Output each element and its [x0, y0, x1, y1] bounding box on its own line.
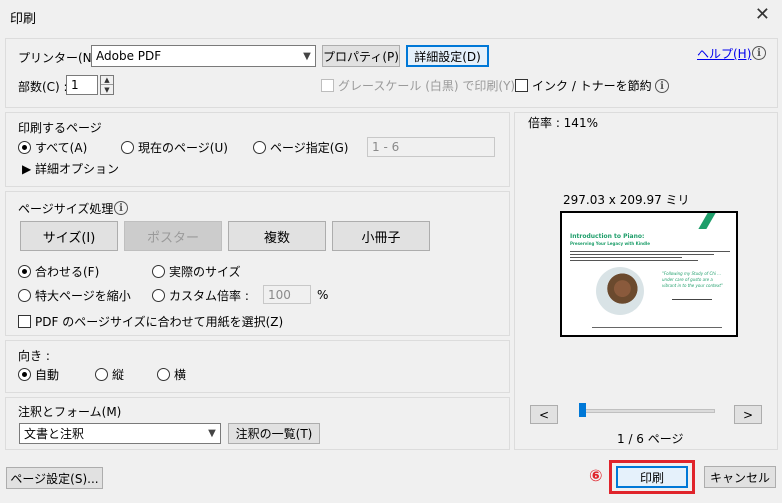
preview-photo [596, 267, 644, 315]
radio-dot[interactable] [18, 368, 31, 381]
preview-quote: "Following my Study of Chi ... under car… [662, 271, 723, 288]
page-dimensions: 297.03 x 209.97 ミリ [563, 193, 690, 207]
custom-scale-label: カスタム倍率 : [169, 289, 249, 303]
pages-all-label: すべて(A) [35, 141, 88, 155]
save-ink-checkbox-box[interactable] [515, 79, 528, 92]
cancel-button[interactable]: キャンセル [704, 466, 776, 488]
preview-page: Introduction to Piano: Preserving Your L… [560, 211, 738, 337]
preview-quote-author [672, 299, 712, 300]
orientation-auto-radio[interactable]: 自動 [18, 366, 59, 383]
prev-page-button[interactable]: < [530, 405, 558, 424]
orientation-landscape-label: 横 [174, 368, 187, 382]
radio-dot[interactable] [152, 265, 165, 278]
printer-select-value: Adobe PDF [96, 49, 162, 63]
comments-summary-button[interactable]: 注釈の一覧(T) [228, 423, 320, 444]
size-button[interactable]: サイズ(I) [20, 221, 118, 251]
orientation-landscape-radio[interactable]: 横 [157, 366, 186, 383]
fit-label: 合わせる(F) [35, 265, 100, 279]
actual-size-label: 実際のサイズ [169, 265, 241, 279]
radio-dot[interactable] [253, 141, 266, 154]
radio-dot[interactable] [95, 368, 108, 381]
step-marker: ⑥ [589, 466, 603, 485]
radio-dot[interactable] [121, 141, 134, 154]
page-setup-button[interactable]: ページ設定(S)... [6, 467, 103, 489]
pages-section-title: 印刷するページ [18, 121, 102, 135]
shrink-radio[interactable]: 特大ページを縮小 [18, 287, 131, 304]
custom-scale-unit: % [317, 288, 329, 302]
chevron-down-icon: ▼ [208, 428, 216, 439]
copies-input[interactable]: 1 [66, 75, 98, 95]
advanced-settings-button[interactable]: 詳細設定(D) [406, 45, 489, 67]
page-range-input[interactable]: 1 - 6 [367, 137, 495, 157]
poster-button[interactable]: ポスター [124, 221, 222, 251]
orientation-panel [5, 340, 510, 393]
close-icon[interactable]: ✕ [755, 4, 770, 25]
stepper-down-icon[interactable]: ▼ [101, 85, 113, 94]
page-size-section-title: ページサイズ処理 [18, 202, 114, 216]
pages-current-label: 現在のページ(U) [138, 141, 228, 155]
expand-triangle-icon: ▶ [22, 162, 36, 176]
grayscale-checkbox[interactable]: グレースケール (白黒) で印刷(Y) [321, 77, 515, 94]
orientation-portrait-label: 縦 [112, 368, 125, 382]
printer-select[interactable]: Adobe PDF ▼ [91, 45, 316, 67]
preview-corner-accent [698, 213, 716, 229]
help-info-icon[interactable]: i [752, 46, 766, 60]
more-options-label: 詳細オプション [35, 162, 120, 176]
custom-scale-radio[interactable]: カスタム倍率 : [152, 287, 249, 304]
comments-select[interactable]: 文書と注釈 ▼ [19, 423, 221, 444]
fit-radio[interactable]: 合わせる(F) [18, 263, 99, 280]
page-slider-track[interactable] [580, 409, 715, 413]
pages-current-radio[interactable]: 現在のページ(U) [121, 139, 228, 156]
actual-size-radio[interactable]: 実際のサイズ [152, 263, 241, 280]
preview-heading: Introduction to Piano: [570, 233, 645, 240]
custom-scale-input[interactable]: 100 [263, 285, 311, 304]
help-link[interactable]: ヘルプ(H) [697, 45, 751, 62]
dialog-title: 印刷 [10, 12, 37, 27]
pages-specify-radio[interactable]: ページ指定(G) [253, 139, 348, 156]
properties-button[interactable]: プロパティ(P) [322, 45, 400, 67]
chevron-down-icon: ▼ [303, 50, 311, 62]
preview-subheading: Preserving Your Legacy with Kindle [570, 241, 650, 246]
comments-section-title: 注釈とフォーム(M) [18, 405, 122, 419]
save-ink-checkbox[interactable]: インク / トナーを節約 [515, 77, 652, 94]
pages-all-radio[interactable]: すべて(A) [18, 139, 87, 156]
radio-dot[interactable] [18, 289, 31, 302]
orientation-portrait-radio[interactable]: 縦 [95, 366, 124, 383]
radio-dot[interactable] [157, 368, 170, 381]
orientation-section-title: 向き : [18, 349, 50, 363]
choose-paper-checkbox-box[interactable] [18, 315, 31, 328]
orientation-auto-label: 自動 [35, 368, 60, 382]
radio-dot[interactable] [18, 265, 31, 278]
radio-dot[interactable] [152, 289, 165, 302]
save-ink-info-icon[interactable]: i [655, 79, 669, 93]
zoom-label: 倍率 : 141% [528, 116, 598, 130]
more-options-toggle[interactable]: ▶ 詳細オプション [22, 160, 119, 177]
page-slider-thumb[interactable] [579, 403, 586, 417]
page-indicator: 1 / 6 ページ [617, 432, 684, 446]
multiple-button[interactable]: 複数 [228, 221, 326, 251]
radio-dot[interactable] [18, 141, 31, 154]
copies-label: 部数(C) : [18, 80, 68, 94]
choose-paper-label: PDF のページサイズに合わせて用紙を選択(Z) [35, 315, 284, 329]
print-button[interactable]: 印刷 [616, 466, 688, 488]
preview-footer-line [592, 327, 722, 328]
grayscale-label: グレースケール (白黒) で印刷(Y) [338, 79, 516, 93]
grayscale-checkbox-box[interactable] [321, 79, 334, 92]
shrink-label: 特大ページを縮小 [35, 289, 131, 303]
booklet-button[interactable]: 小冊子 [332, 221, 430, 251]
pages-specify-label: ページ指定(G) [270, 141, 349, 155]
preview-text-lines [570, 249, 730, 263]
next-page-button[interactable]: > [734, 405, 762, 424]
comments-select-value: 文書と注釈 [24, 427, 85, 441]
save-ink-label: インク / トナーを節約 [532, 79, 652, 93]
page-size-info-icon[interactable]: i [114, 201, 128, 215]
stepper-up-icon[interactable]: ▲ [101, 76, 113, 85]
choose-paper-checkbox[interactable]: PDF のページサイズに合わせて用紙を選択(Z) [18, 313, 283, 330]
copies-stepper[interactable]: ▲ ▼ [100, 75, 114, 95]
